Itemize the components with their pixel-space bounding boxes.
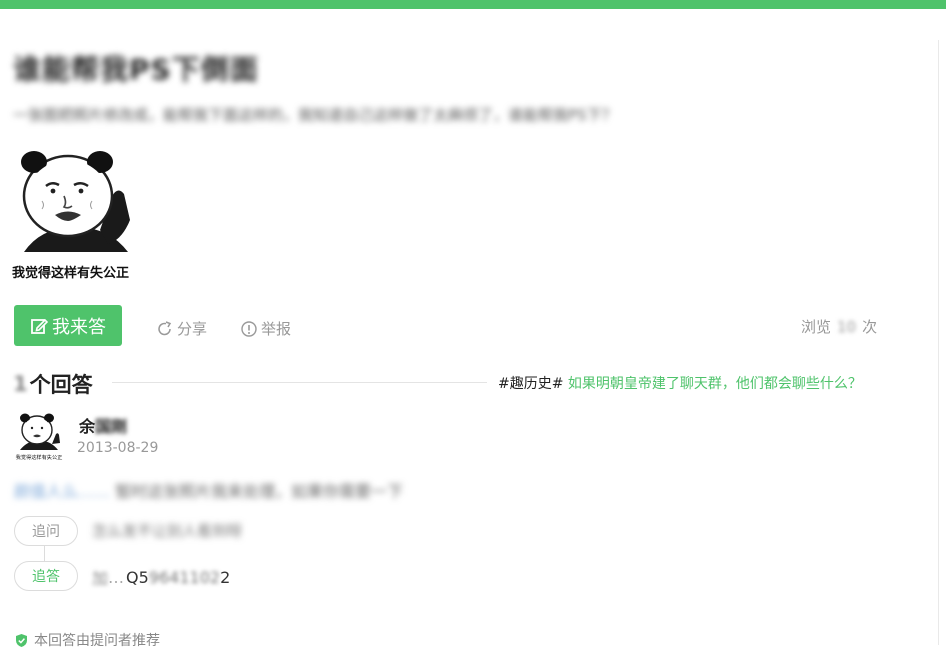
shield-check-icon: [16, 633, 27, 647]
answer-body: 颜值人么…… 暂时这张照片我来处理，如果你需要一下: [14, 478, 403, 502]
followup-connector: [44, 546, 45, 562]
share-button[interactable]: 分享: [157, 318, 207, 339]
views-number: 10: [837, 317, 857, 336]
avatar-caption: 我觉得这样有失公正: [16, 453, 63, 461]
user-name-visible: 余: [79, 417, 96, 436]
answers-label: 个回答: [29, 373, 93, 397]
topic-link[interactable]: #趣历史# 如果明朝皇帝建了聊天群，他们都会聊些什么？: [498, 373, 862, 393]
report-label: 举报: [261, 320, 292, 338]
view-count: 浏览 10 次: [801, 316, 877, 337]
topic-title[interactable]: 如果明朝皇帝建了聊天群，他们都会聊些什么？: [568, 376, 862, 392]
question-description: 一张图把照片修改成，能帮我下面这样的，我知道自己这样做了太麻烦了，谁能帮我PS下…: [13, 106, 617, 124]
report-button[interactable]: 举报: [241, 318, 291, 339]
user-name[interactable]: 余国刚: [79, 413, 127, 437]
user-avatar[interactable]: 我觉得这样有失公正: [12, 410, 66, 462]
share-icon: [158, 320, 172, 335]
followup-ask-text: 怎么发不让别人看到呀: [92, 522, 243, 540]
followup-reply-blur1: 加: [92, 569, 109, 588]
topic-tag: #趣历史#: [498, 376, 564, 392]
top-accent-bar: [0, 0, 946, 9]
followup-reply-text: 加 … Q5 9641102 2: [92, 565, 230, 589]
followup-reply-badge: 追答: [14, 561, 78, 591]
answer-body-rest: 暂时这张照片我来处理，如果你需要一下: [115, 482, 404, 501]
answers-divider: [112, 382, 487, 383]
answer-button-label: 我来答: [52, 316, 106, 338]
views-prefix: 浏览: [801, 318, 832, 336]
views-suffix: 次: [862, 318, 878, 336]
answer-date: 2013-08-29: [77, 440, 159, 456]
answers-count: 1: [13, 372, 28, 396]
recommend-note: 本回答由提问者推荐: [14, 630, 160, 650]
followup-reply-prefix: Q5: [126, 567, 149, 587]
followup-reply-dots: …: [108, 567, 125, 587]
answers-count-header: 1 个回答: [13, 369, 93, 399]
user-name-blurred: 国刚: [95, 417, 128, 436]
question-image-panda[interactable]: [12, 148, 140, 258]
answer-body-link: 颜值人么……: [14, 482, 111, 501]
followup-ask-badge: 追问: [14, 516, 78, 546]
answer-button[interactable]: 我来答: [14, 305, 122, 346]
edit-icon: [31, 318, 48, 334]
followup-reply-blur2: 9641102: [148, 567, 221, 587]
report-icon: [241, 320, 257, 337]
question-image-caption: 我觉得这样有失公正: [12, 266, 130, 281]
right-divider: [938, 40, 939, 645]
followup-reply-suffix: 2: [220, 567, 231, 587]
share-label: 分享: [177, 320, 208, 338]
recommend-text: 本回答由提问者推荐: [34, 633, 160, 649]
question-title: 谁能帮我PS下倒面: [13, 53, 259, 86]
